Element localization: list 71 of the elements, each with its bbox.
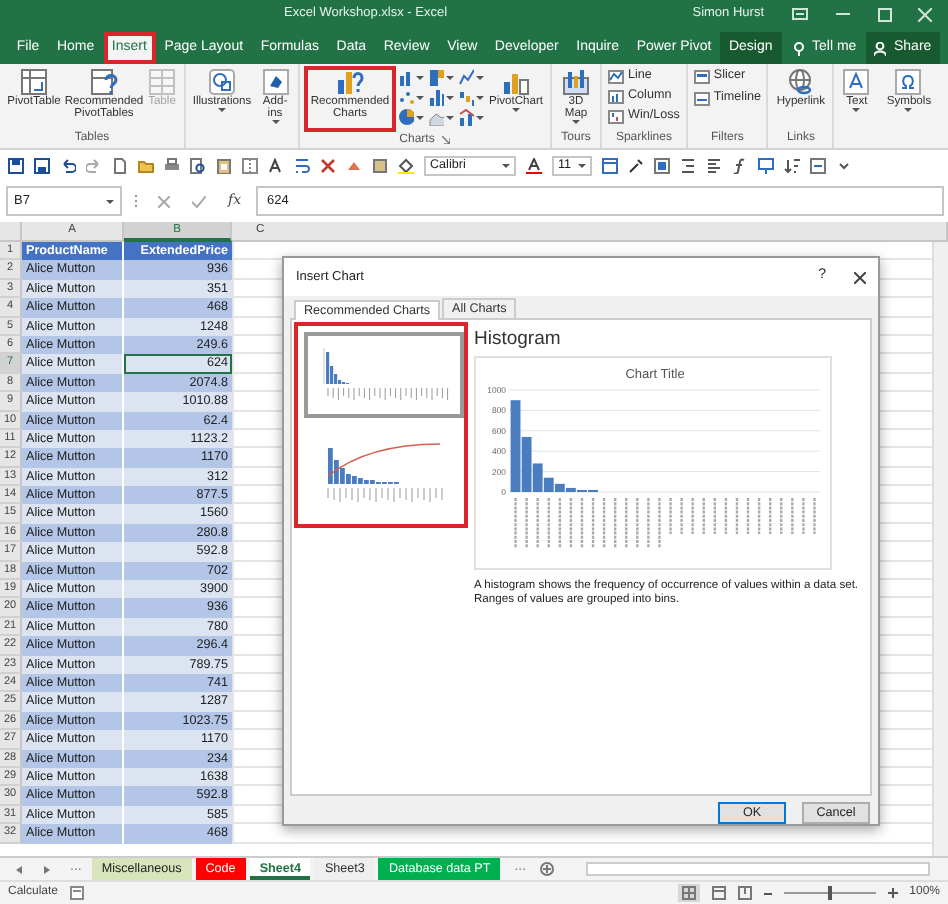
calendar-icon[interactable] — [602, 157, 618, 173]
zoom-in-icon[interactable] — [887, 888, 898, 898]
timeline-icon — [693, 91, 710, 105]
merge-icon[interactable] — [810, 157, 826, 173]
printer-icon[interactable] — [164, 157, 180, 173]
column-chart-icon — [398, 68, 414, 86]
chart-question-icon — [336, 68, 364, 96]
cell-border-icon[interactable] — [242, 157, 258, 173]
line-chart-icon — [458, 68, 474, 86]
lightbulb-icon — [794, 41, 805, 55]
bar-chart-icon — [428, 88, 444, 106]
dialog-launcher-icon[interactable] — [442, 136, 451, 144]
column-chart-button[interactable] — [398, 68, 424, 86]
page-break-view-icon[interactable] — [737, 886, 752, 900]
waterfall-chart-icon — [458, 88, 474, 106]
wrap-text-icon[interactable] — [294, 157, 310, 173]
folder-icon[interactable] — [138, 157, 154, 173]
horizontal-scrollbar[interactable] — [586, 862, 930, 876]
page-layout-view-icon[interactable] — [711, 886, 726, 900]
save-as-icon[interactable] — [34, 157, 50, 173]
align-icon[interactable] — [706, 157, 722, 173]
zoom-slider-thumb[interactable] — [827, 886, 832, 900]
screen-icon[interactable] — [758, 157, 774, 173]
hierarchy-chart-button[interactable] — [428, 68, 454, 86]
save-icon[interactable] — [8, 157, 24, 173]
pie-chart-button[interactable] — [398, 108, 424, 126]
chart-thumbnail[interactable] — [304, 332, 464, 418]
close-icon[interactable] — [854, 271, 866, 283]
print-preview-icon[interactable] — [190, 157, 206, 173]
normal-view-icon[interactable] — [677, 884, 700, 902]
maximize-icon[interactable] — [878, 7, 892, 21]
new-document-icon[interactable] — [112, 157, 128, 173]
scroll-right-icon[interactable] — [44, 865, 50, 873]
win-loss-icon — [608, 109, 624, 123]
brush-icon[interactable] — [628, 157, 644, 173]
minimize-icon[interactable] — [836, 12, 850, 16]
delete-cells-icon[interactable] — [320, 157, 336, 173]
table-icon — [148, 68, 176, 96]
slicer-icon — [693, 69, 710, 83]
increase-indent-icon[interactable] — [680, 157, 696, 173]
combo-chart-button[interactable] — [458, 108, 484, 126]
waterfall-chart-button[interactable] — [458, 88, 484, 106]
fill-color-icon[interactable] — [398, 157, 414, 173]
scatter-chart-icon — [398, 88, 414, 106]
line-chart-button[interactable] — [458, 68, 484, 86]
function-icon[interactable] — [732, 157, 748, 173]
clear-icon[interactable] — [346, 157, 362, 173]
customize-toolbar-icon[interactable] — [836, 157, 852, 173]
scatter-chart-button[interactable] — [398, 88, 424, 106]
add-sheet-icon[interactable] — [540, 862, 555, 876]
vertical-scrollbar[interactable] — [932, 242, 948, 856]
line-sparkline-icon — [608, 69, 624, 83]
undo-icon[interactable] — [60, 157, 76, 173]
area-chart-button[interactable] — [428, 108, 454, 126]
font-color-icon[interactable] — [526, 157, 542, 173]
increase-font-icon[interactable] — [268, 157, 284, 173]
column-sparkline-icon — [608, 89, 624, 103]
person-icon — [874, 41, 886, 55]
paste-icon[interactable] — [372, 157, 388, 173]
sort-icon[interactable] — [784, 157, 800, 173]
scroll-left-icon[interactable] — [16, 865, 22, 873]
combo-chart-icon — [458, 108, 474, 126]
clipboard-icon[interactable] — [216, 157, 232, 173]
chart-type-heading: Histogram — [474, 330, 563, 352]
format-icon[interactable] — [654, 157, 670, 173]
ribbon-display-icon[interactable] — [792, 8, 808, 20]
hierarchy-chart-icon — [428, 68, 444, 86]
bar-chart-button[interactable] — [428, 88, 454, 106]
pie-chart-icon — [398, 108, 414, 126]
area-chart-icon — [428, 108, 444, 126]
map-chart-icon — [562, 68, 590, 96]
